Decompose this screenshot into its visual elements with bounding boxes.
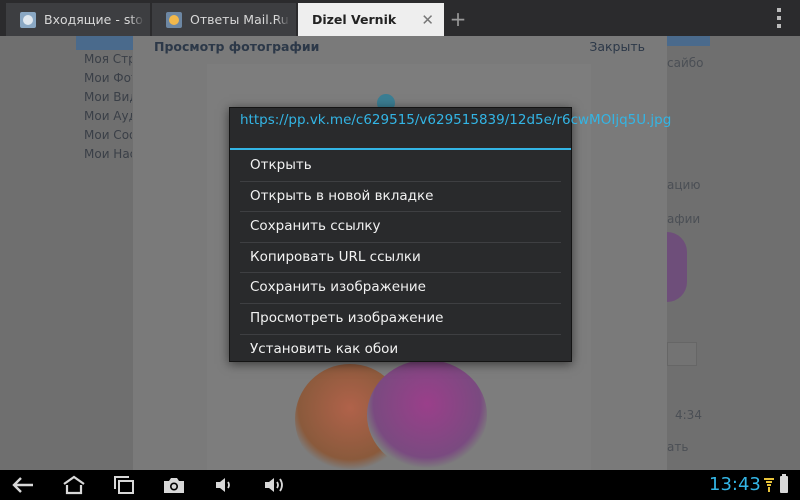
tab-inbox[interactable]: Входящие - stodv xyxy=(6,3,150,36)
recent-apps-button[interactable] xyxy=(106,470,142,500)
left-menu-link[interactable]: Мои Нас xyxy=(76,145,132,164)
page-image-fragment xyxy=(667,232,687,302)
home-button[interactable] xyxy=(56,470,92,500)
overflow-menu-icon[interactable] xyxy=(777,8,783,28)
browser-tab-strip: Входящие - stodv Ответы Mail.Ru: Н Dizel… xyxy=(0,0,800,36)
page-text-fragment: 4:34 xyxy=(675,408,702,422)
left-menu-link[interactable]: Мои Фот xyxy=(76,69,132,88)
context-menu-list: Открыть Открыть в новой вкладке Сохранит… xyxy=(230,150,571,364)
left-menu-link[interactable]: Мои Соо xyxy=(76,126,132,145)
volume-down-button[interactable] xyxy=(206,470,242,500)
tab-dizel-vernik[interactable]: Dizel Vernik ✕ xyxy=(298,3,444,36)
link-context-menu: https://pp.vk.me/c629515/v629515839/12d5… xyxy=(229,107,672,364)
page-text-fragment: сайбо xyxy=(667,56,704,70)
mail-favicon-icon xyxy=(20,11,36,28)
screenshot-button[interactable] xyxy=(156,470,192,500)
menu-item-open[interactable]: Открыть xyxy=(230,150,571,181)
battery-icon xyxy=(780,474,788,493)
menu-item-save-image[interactable]: Сохранить изображение xyxy=(230,272,571,303)
back-icon xyxy=(12,477,33,493)
photo-viewer-close-link[interactable]: Закрыть xyxy=(589,39,645,54)
photo-fingerprint-right xyxy=(367,360,487,470)
page-text-fragment: ацию xyxy=(667,178,701,192)
page-text-fragment: афии xyxy=(667,212,701,226)
left-menu-link[interactable]: Моя Стр xyxy=(76,50,132,69)
camera-icon xyxy=(164,478,184,493)
page-input-fragment xyxy=(667,342,697,366)
new-tab-button[interactable]: + xyxy=(446,6,470,32)
signal-icon xyxy=(764,478,774,492)
left-menu-link[interactable]: Мои Вид xyxy=(76,88,132,107)
status-clock: 13:43 xyxy=(709,474,761,495)
left-menu-link[interactable]: Мои Ауд xyxy=(76,107,132,126)
volume-up-button[interactable] xyxy=(256,470,292,500)
page-text-fragment: ать xyxy=(667,440,689,454)
menu-item-copy-link-url[interactable]: Копировать URL ссылки xyxy=(230,241,571,273)
mailru-favicon-icon xyxy=(166,11,182,28)
tab-close-icon[interactable]: ✕ xyxy=(421,11,434,29)
android-system-bar: 13:43 xyxy=(0,470,800,500)
menu-item-save-link[interactable]: Сохранить ссылку xyxy=(230,211,571,242)
menu-item-set-wallpaper[interactable]: Установить как обои xyxy=(230,333,571,365)
tab-title: Dizel Vernik xyxy=(312,12,397,27)
home-icon xyxy=(63,475,85,495)
volume-up-icon xyxy=(265,478,283,492)
tab-answers-mailru[interactable]: Ответы Mail.Ru: Н xyxy=(152,3,296,36)
photo-viewer-title: Просмотр фотографии xyxy=(154,39,320,54)
recent-apps-icon xyxy=(114,476,134,494)
context-menu-url: https://pp.vk.me/c629515/v629515839/12d5… xyxy=(240,112,672,128)
back-button[interactable] xyxy=(6,470,42,500)
volume-down-icon xyxy=(216,478,230,492)
menu-item-view-image[interactable]: Просмотреть изображение xyxy=(230,302,571,334)
menu-item-open-new-tab[interactable]: Открыть в новой вкладке xyxy=(230,180,571,212)
photo-viewer-header: Просмотр фотографии Закрыть xyxy=(133,36,667,60)
